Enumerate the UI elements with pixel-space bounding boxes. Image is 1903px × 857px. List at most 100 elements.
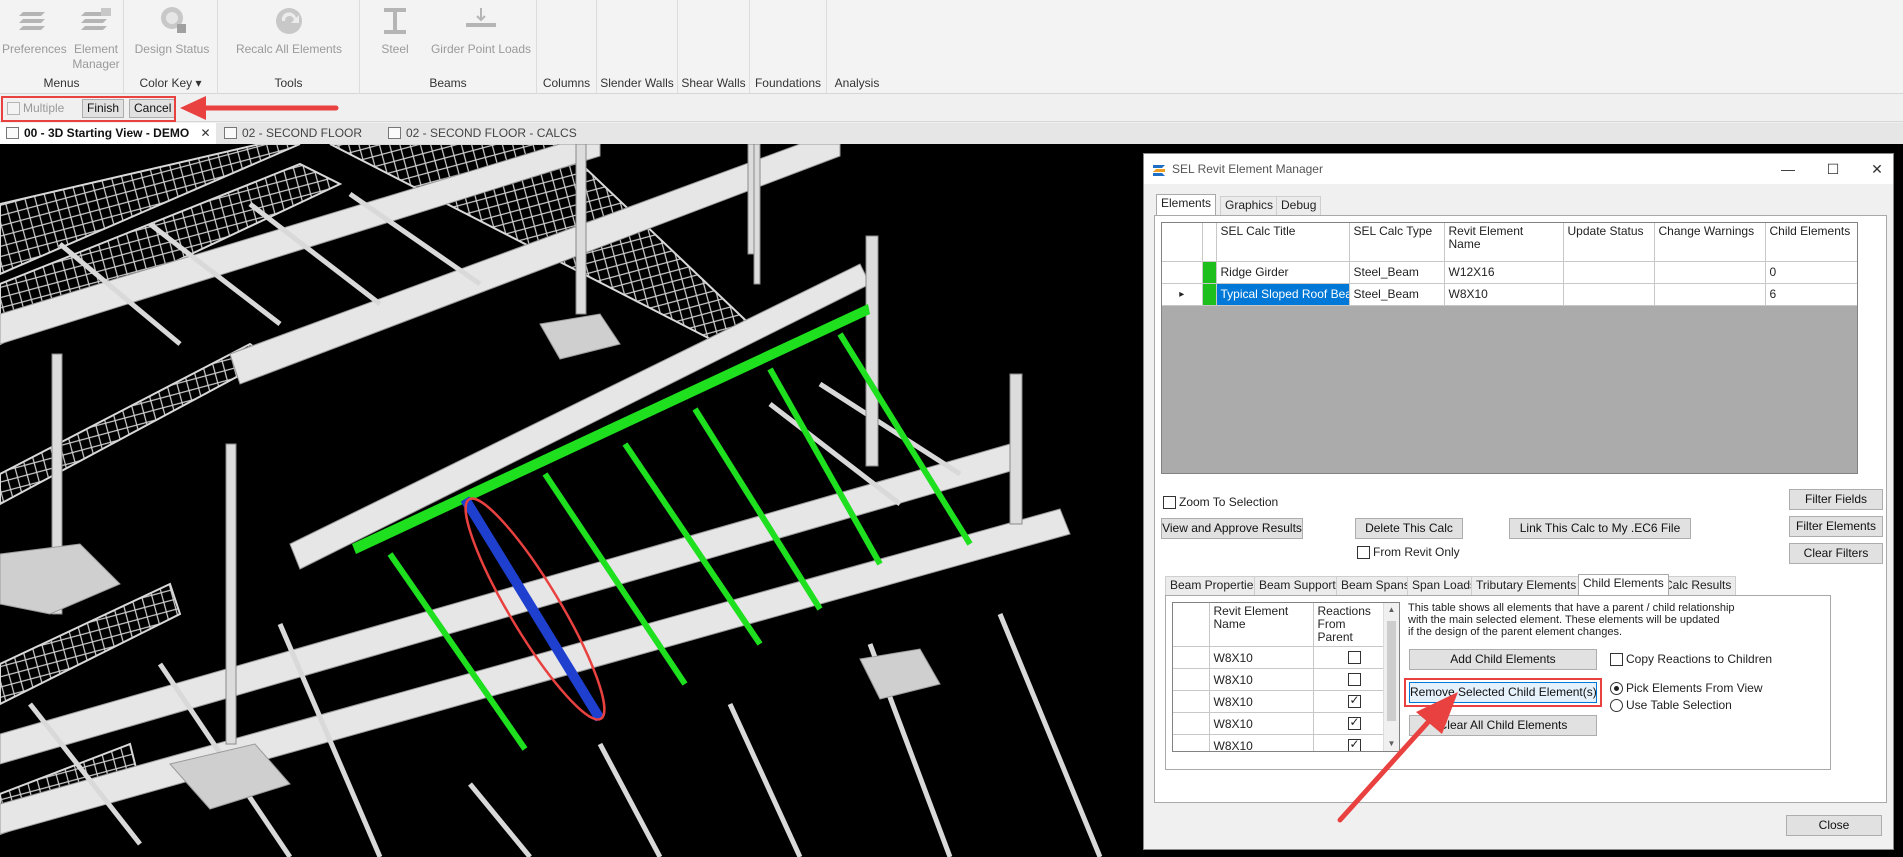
ribbon-tab-foundations[interactable]: Foundations — [750, 0, 827, 94]
ribbon-group-beams: Steel Girder Point Loads Beams — [360, 0, 537, 94]
col-revit-element-name[interactable]: Revit Element Name — [1444, 223, 1564, 262]
element-manager-icon — [81, 8, 111, 30]
ribbon-tab-analysis[interactable]: Analysis — [827, 0, 887, 94]
cell-update-status[interactable] — [1563, 283, 1655, 306]
filter-fields-button[interactable]: Filter Fields — [1789, 489, 1883, 510]
girder-point-loads-button[interactable]: Girder Point Loads — [428, 4, 534, 57]
table-row[interactable]: Ridge Girder Steel_Beam W12X16 0 — [1162, 261, 1857, 284]
table-row[interactable]: W8X10 — [1173, 646, 1384, 669]
ribbon-tab-shear-walls[interactable]: Shear Walls — [678, 0, 750, 94]
ribbon: Preferences Element Manager Menus Design… — [0, 0, 1903, 94]
view-tab-second-floor-calcs[interactable]: 02 - SECOND FLOOR - CALCS — [382, 123, 582, 144]
cell-calc-type[interactable]: Steel_Beam — [1349, 261, 1445, 284]
steel-button[interactable]: Steel — [370, 4, 420, 57]
cell-calc-title[interactable]: Typical Sloped Roof Beam — [1216, 283, 1350, 306]
close-icon[interactable]: ✕ — [201, 123, 211, 144]
preferences-button[interactable]: Preferences — [2, 4, 67, 57]
col-reactions-from-parent[interactable]: Reactions From Parent — [1313, 603, 1384, 647]
ribbon-tab-columns[interactable]: Columns — [537, 0, 597, 94]
table-row-selected[interactable]: ▸ Typical Sloped Roof Beam Steel_Beam W8… — [1162, 283, 1857, 306]
row-header[interactable] — [1173, 690, 1210, 713]
cell-element-name[interactable]: W8X10 — [1444, 283, 1564, 306]
col-sel-calc-type[interactable]: SEL Calc Type — [1349, 223, 1445, 262]
calc-elements-grid[interactable]: SEL Calc Title SEL Calc Type Revit Eleme… — [1161, 222, 1858, 474]
add-child-elements-button[interactable]: Add Child Elements — [1409, 649, 1597, 670]
recalc-all-elements-button[interactable]: Recalc All Elements — [228, 4, 350, 57]
subtab-calc-results[interactable]: Calc Results — [1659, 576, 1737, 595]
element-manager-button[interactable]: Element Manager — [68, 4, 124, 72]
dialog-close-button[interactable]: Close — [1786, 815, 1882, 836]
3d-view-icon — [6, 127, 19, 139]
app-logo-icon — [1153, 165, 1165, 176]
delete-calc-button[interactable]: Delete This Calc — [1355, 518, 1463, 539]
subtab-span-loads[interactable]: Span Loads — [1407, 576, 1482, 595]
cell-calc-title[interactable]: Ridge Girder — [1216, 261, 1350, 284]
group-label-color-key[interactable]: Color Key ▾ — [124, 76, 217, 90]
row-header[interactable] — [1173, 734, 1210, 751]
view-tabs: 00 - 3D Starting View - DEMO ✕ 02 - SECO… — [0, 123, 1903, 144]
design-status-button[interactable]: Design Status — [132, 4, 212, 57]
filter-elements-button[interactable]: Filter Elements — [1789, 516, 1883, 537]
col-update-status[interactable]: Update Status — [1563, 223, 1655, 262]
subtab-tributary-elements[interactable]: Tributary Elements — [1471, 576, 1582, 595]
dialog-title-bar[interactable]: SEL Revit Element Manager — ☐ ✕ — [1144, 154, 1893, 184]
cell-element-name[interactable]: W8X10 — [1209, 712, 1314, 735]
cell-element-name[interactable]: W8X10 — [1209, 668, 1314, 691]
view-tab-second-floor[interactable]: 02 - SECOND FLOOR — [218, 123, 378, 144]
close-window-button[interactable]: ✕ — [1862, 158, 1892, 180]
row-header[interactable] — [1173, 646, 1210, 669]
girder-point-loads-icon — [466, 8, 496, 27]
cell-element-name[interactable]: W8X10 — [1209, 646, 1314, 669]
cell-change-warnings[interactable] — [1654, 261, 1766, 284]
tab-elements[interactable]: Elements — [1156, 194, 1217, 215]
col-revit-element-name[interactable]: Revit Element Name — [1209, 603, 1314, 647]
pick-from-view-radio[interactable] — [1610, 682, 1623, 695]
row-header[interactable] — [1173, 668, 1210, 691]
col-child-elements[interactable]: Child Elements — [1765, 223, 1857, 262]
dialog-title: SEL Revit Element Manager — [1172, 162, 1323, 176]
chevron-down-icon: ▾ — [195, 76, 202, 90]
use-table-selection-radio[interactable] — [1610, 699, 1623, 712]
cell-element-name[interactable]: W8X10 — [1209, 690, 1314, 713]
cell-change-warnings[interactable] — [1654, 283, 1766, 306]
cell-element-name[interactable]: W12X16 — [1444, 261, 1564, 284]
subtab-beam-spans[interactable]: Beam Spans — [1336, 576, 1415, 595]
copy-reactions-checkbox[interactable] — [1610, 653, 1623, 666]
cell-calc-type[interactable]: Steel_Beam — [1349, 283, 1445, 306]
view-approve-results-button[interactable]: View and Approve Results — [1161, 518, 1303, 539]
ribbon-tab-slender-walls[interactable]: Slender Walls — [597, 0, 678, 94]
subtab-beam-supports[interactable]: Beam Supports — [1254, 576, 1347, 595]
subtab-beam-properties[interactable]: Beam Properties — [1165, 576, 1265, 595]
row-header[interactable] — [1173, 712, 1210, 735]
scroll-up-icon[interactable]: ▲ — [1384, 603, 1399, 617]
row-header[interactable] — [1162, 261, 1203, 284]
row-header[interactable]: ▸ — [1162, 283, 1203, 306]
design-status-icon — [161, 7, 186, 33]
annotation-arrow-remove — [1337, 692, 1458, 823]
cell-element-name[interactable]: W8X10 — [1209, 734, 1314, 751]
clear-filters-button[interactable]: Clear Filters — [1789, 543, 1883, 564]
zoom-to-selection-checkbox[interactable] — [1163, 496, 1176, 509]
subtab-child-elements[interactable]: Child Elements — [1578, 574, 1669, 595]
cell-child-elements[interactable]: 0 — [1765, 261, 1857, 284]
from-revit-only-checkbox[interactable] — [1357, 546, 1370, 559]
concrete-footings — [0, 313, 941, 810]
minimize-button[interactable]: — — [1773, 158, 1803, 180]
col-sel-calc-title[interactable]: SEL Calc Title — [1216, 223, 1350, 262]
cell-reactions[interactable] — [1313, 646, 1384, 669]
tab-graphics[interactable]: Graphics — [1220, 196, 1279, 215]
link-calc-button[interactable]: Link This Calc to My .EC6 File — [1509, 518, 1691, 539]
cell-update-status[interactable] — [1563, 261, 1655, 284]
cell-child-elements[interactable]: 6 — [1765, 283, 1857, 306]
annotation-highlight-box — [1, 96, 176, 122]
structural-model-canvas[interactable] — [0, 144, 1143, 857]
view-tab-3d-starting-view[interactable]: 00 - 3D Starting View - DEMO ✕ — [0, 123, 216, 144]
col-change-warnings[interactable]: Change Warnings — [1654, 223, 1766, 262]
from-revit-only-label: From Revit Only — [1373, 545, 1460, 559]
steel-beam-icon — [384, 8, 406, 34]
reactions-checkbox[interactable] — [1347, 651, 1361, 664]
tab-debug[interactable]: Debug — [1276, 196, 1322, 215]
element-detail-tabs: Beam Properties Beam Supports Beam Spans… — [1165, 574, 1855, 595]
maximize-button[interactable]: ☐ — [1818, 158, 1848, 180]
group-label-tools: Tools — [274, 76, 303, 90]
